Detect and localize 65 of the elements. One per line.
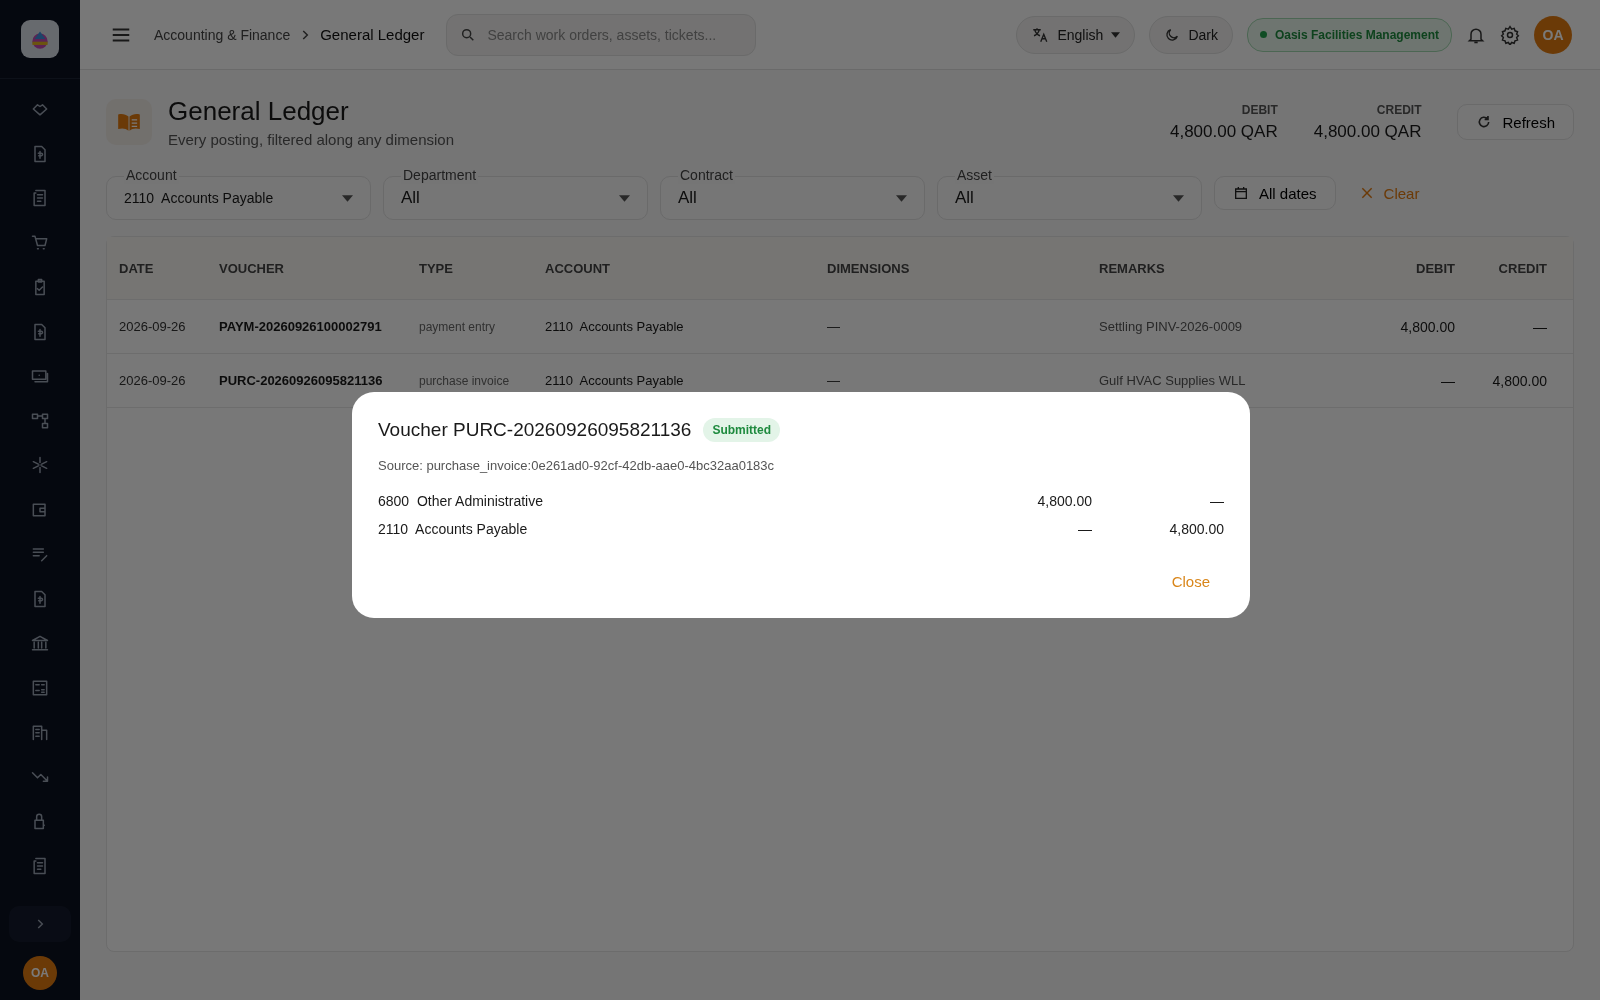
column-header: DEBIT bbox=[1415, 260, 1455, 276]
caret-icon bbox=[619, 194, 630, 202]
table-cell-text: purchase invoice bbox=[419, 373, 511, 388]
total-label: CREDIT bbox=[1375, 102, 1422, 117]
total-value: 4,800.00 QAR bbox=[1169, 121, 1278, 142]
organization-name: Oasis Facilities Management bbox=[1274, 27, 1439, 42]
logo-icon bbox=[21, 20, 59, 58]
column-header: DATE bbox=[119, 260, 155, 276]
page-title: General Ledger bbox=[168, 96, 350, 127]
refresh-button[interactable]: Refresh bbox=[1457, 104, 1574, 140]
table-cell-text: Settling PINV-2026-0009 bbox=[1099, 319, 1244, 334]
table-cell-text: — bbox=[827, 319, 841, 334]
bank-icon[interactable] bbox=[30, 633, 50, 653]
line-credit: 4,800.00 bbox=[1168, 521, 1224, 537]
status-dot bbox=[1259, 31, 1267, 38]
table-cell-text: 2110 Accounts Payable bbox=[545, 319, 685, 334]
table-cell-text: 2026-09-26 bbox=[119, 373, 187, 388]
dialog-title: Voucher PURC-20260926095821136 bbox=[378, 419, 692, 441]
table-cell-text: payment entry bbox=[419, 319, 497, 334]
table-cell-text: — bbox=[827, 373, 841, 388]
page-subtitle: Every posting, filtered along any dimension bbox=[168, 131, 454, 148]
translate-icon bbox=[1031, 25, 1050, 44]
table-cell-text: — bbox=[1440, 372, 1455, 389]
column-header: DIMENSIONS bbox=[827, 260, 911, 276]
breadcrumb-link[interactable]: Accounting & Finance bbox=[154, 26, 291, 43]
caret-icon bbox=[342, 194, 353, 202]
column-header: CREDIT bbox=[1497, 260, 1547, 276]
close-button[interactable]: Close bbox=[1157, 565, 1224, 598]
total-value: 4,800.00 QAR bbox=[1313, 121, 1422, 142]
column-header: TYPE bbox=[419, 260, 454, 276]
line-credit: — bbox=[1209, 493, 1224, 509]
table-cell[interactable]: PAYM-20260926100002791 bbox=[219, 319, 419, 334]
settings-icon[interactable] bbox=[1500, 24, 1520, 45]
caret-icon bbox=[1111, 31, 1121, 38]
close-icon bbox=[1359, 186, 1374, 200]
search-icon bbox=[460, 26, 477, 43]
calendar-icon bbox=[1233, 185, 1249, 201]
table-cell-text: 4,800.00 bbox=[1399, 318, 1455, 335]
table-cell-text: 2026-09-26 bbox=[119, 319, 187, 334]
table-cell-text: Gulf HVAC Supplies WLL bbox=[1099, 373, 1247, 388]
line-account: 2110 Accounts Payable bbox=[378, 521, 529, 537]
voucher-source: Source: purchase_invoice:0e261ad0-92cf-42db-aae0-4bc32aa0183c bbox=[378, 458, 776, 473]
total-label: DEBIT bbox=[1240, 102, 1278, 117]
building-icon[interactable] bbox=[30, 722, 50, 742]
status-badge: Submitted bbox=[703, 418, 781, 442]
table-cell-text: — bbox=[1532, 318, 1547, 335]
column-header: REMARKS bbox=[1099, 260, 1166, 276]
line-account: 6800 Other Administrative bbox=[378, 493, 544, 509]
column-header: VOUCHER bbox=[219, 260, 285, 276]
user-avatar[interactable]: OA bbox=[1534, 15, 1572, 54]
line-debit: 4,800.00 bbox=[1036, 493, 1092, 509]
moon-icon bbox=[1164, 26, 1181, 43]
book-icon bbox=[106, 99, 152, 145]
table-cell[interactable]: PURC-20260926095821136 bbox=[219, 373, 419, 388]
user-avatar[interactable]: OA bbox=[23, 956, 57, 990]
line-debit: — bbox=[1077, 521, 1092, 537]
date-range-button[interactable]: All dates bbox=[1214, 176, 1336, 210]
column-header: ACCOUNT bbox=[545, 260, 611, 276]
caret-icon bbox=[896, 194, 907, 202]
breadcrumb-current: General Ledger bbox=[320, 26, 425, 43]
table-cell-text: 4,800.00 bbox=[1491, 372, 1547, 389]
table-cell-text: 2110 Accounts Payable bbox=[545, 373, 685, 388]
caret-icon bbox=[1173, 194, 1184, 202]
language-button[interactable]: English bbox=[1016, 15, 1136, 54]
theme-button[interactable]: Dark bbox=[1149, 15, 1233, 54]
